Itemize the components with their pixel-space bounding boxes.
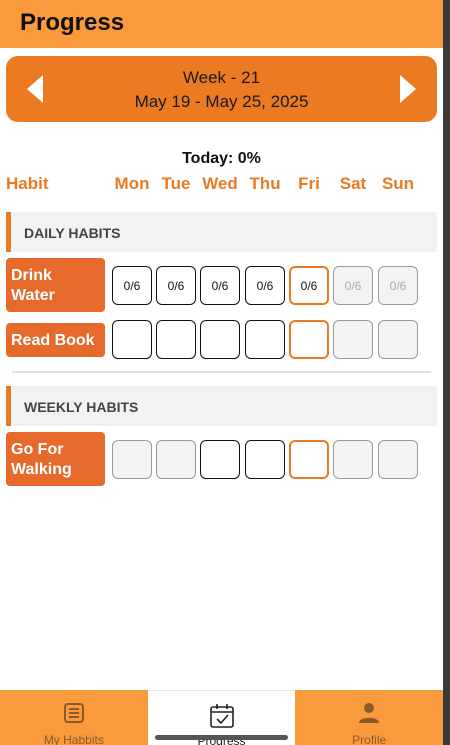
- habit-cell-fri[interactable]: 0/6: [289, 266, 329, 305]
- weekly-habits-section: WEEKLY HABITS: [6, 386, 437, 426]
- habit-cell-thu[interactable]: 0/6: [245, 266, 285, 305]
- week-number: Week - 21: [182, 68, 261, 87]
- day-header-sat: Sat: [339, 174, 367, 193]
- next-week-icon[interactable]: [398, 73, 418, 105]
- habit-cell-thu[interactable]: [245, 320, 285, 359]
- habit-cell-mon: [112, 440, 152, 479]
- habit-cell-tue: [156, 440, 196, 479]
- habit-cell-sat: [333, 320, 373, 359]
- day-header-fri: Fri: [298, 174, 320, 193]
- habit-cell-sun: [378, 440, 418, 479]
- app-header: Progress: [0, 0, 443, 48]
- habit-cell-sat: 0/6: [333, 266, 373, 305]
- section-title: WEEKLY HABITS: [24, 399, 139, 415]
- daily-habits-section: DAILY HABITS: [6, 212, 437, 252]
- habit-go-for-walking[interactable]: Go For Walking: [6, 432, 105, 486]
- habit-drink-water[interactable]: Drink Water: [6, 258, 105, 312]
- nav-label: My Habbits: [43, 733, 104, 745]
- section-title: DAILY HABITS: [24, 225, 121, 241]
- habit-column-header: Habit: [6, 174, 49, 193]
- habit-read-book[interactable]: Read Book: [6, 323, 105, 357]
- person-icon: [359, 703, 380, 723]
- habit-cell-fri[interactable]: [289, 320, 329, 359]
- home-indicator: [155, 735, 288, 740]
- habit-cell-sat: [333, 440, 373, 479]
- habit-cell-tue[interactable]: [156, 320, 196, 359]
- nav-profile[interactable]: Profile: [295, 690, 444, 745]
- habit-cell-fri[interactable]: [289, 440, 329, 479]
- day-header-thu: Thu: [249, 174, 281, 193]
- day-header-mon: Mon: [114, 174, 150, 193]
- habit-cell-wed[interactable]: [200, 440, 240, 479]
- day-header-wed: Wed: [202, 174, 238, 193]
- nav-label: Profile: [352, 733, 387, 745]
- list-icon: [63, 703, 84, 723]
- section-divider: [12, 371, 431, 373]
- nav-my-habbits[interactable]: My Habbits: [0, 690, 148, 745]
- habit-cell-mon[interactable]: 0/6: [112, 266, 152, 305]
- habit-cell-sun: 0/6: [378, 266, 418, 305]
- page-title: Progress: [20, 9, 125, 36]
- habit-cell-mon[interactable]: [112, 320, 152, 359]
- habit-cell-wed[interactable]: [200, 320, 240, 359]
- calendar-check-icon: [209, 704, 234, 728]
- today-progress: Today: 0%: [182, 150, 261, 167]
- window-edge: [443, 0, 450, 745]
- habit-cell-tue[interactable]: 0/6: [156, 266, 196, 305]
- week-selector: Week - 21 May 19 - May 25, 2025: [6, 56, 437, 122]
- week-date-range: May 19 - May 25, 2025: [134, 92, 309, 111]
- habit-cell-wed[interactable]: 0/6: [200, 266, 240, 305]
- habit-cell-sun: [378, 320, 418, 359]
- day-header-tue: Tue: [161, 174, 191, 193]
- day-header-sun: Sun: [381, 174, 415, 193]
- habit-cell-thu[interactable]: [245, 440, 285, 479]
